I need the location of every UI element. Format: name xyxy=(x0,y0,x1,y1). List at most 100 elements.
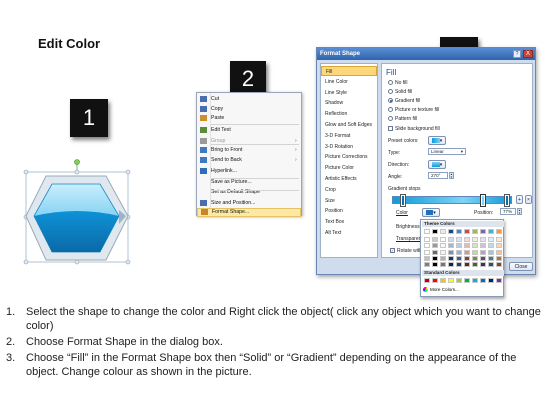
theme-color-swatch[interactable] xyxy=(464,229,470,234)
theme-color-swatch[interactable] xyxy=(424,249,430,255)
angle-input[interactable]: 270° xyxy=(428,172,448,179)
theme-color-swatch[interactable] xyxy=(488,237,494,243)
theme-color-swatch[interactable] xyxy=(480,255,486,261)
gradient-stop-handle[interactable] xyxy=(480,194,486,207)
nav-item-line-color[interactable]: Line Color xyxy=(321,77,377,87)
theme-color-swatch[interactable] xyxy=(440,237,446,243)
more-colors-item[interactable]: More Colors... xyxy=(423,286,503,294)
theme-color-swatch[interactable] xyxy=(488,229,494,234)
theme-color-swatch[interactable] xyxy=(480,237,486,243)
theme-color-swatch[interactable] xyxy=(496,243,502,249)
theme-color-swatch[interactable] xyxy=(464,243,470,249)
nav-item-3-d-rotation[interactable]: 3-D Rotation xyxy=(321,142,377,152)
theme-color-swatch[interactable] xyxy=(448,237,454,243)
fill-option-solid-fill[interactable]: Solid fill xyxy=(388,89,412,95)
menu-item-paste[interactable]: Paste xyxy=(197,114,301,123)
angle-spinner[interactable]: ▴ ▾ xyxy=(449,172,454,179)
theme-color-swatch[interactable] xyxy=(480,229,486,234)
standard-color-swatch[interactable] xyxy=(488,278,494,283)
menu-item-bring-to-front[interactable]: Bring to Front › xyxy=(197,146,301,155)
nav-item-fill[interactable]: Fill xyxy=(321,66,377,77)
fill-option-picture-or-texture-fill[interactable]: Picture or texture fill xyxy=(388,107,439,113)
theme-color-swatch[interactable] xyxy=(464,262,470,267)
theme-color-swatch[interactable] xyxy=(488,262,494,267)
theme-color-swatch[interactable] xyxy=(480,262,486,267)
type-select[interactable]: Linear ▾ xyxy=(428,148,466,155)
theme-color-swatch[interactable] xyxy=(480,243,486,249)
position-input[interactable]: 77% xyxy=(500,208,516,215)
theme-color-swatch[interactable] xyxy=(440,229,446,234)
standard-color-swatch[interactable] xyxy=(432,278,438,283)
theme-color-swatch[interactable] xyxy=(464,255,470,261)
gradient-stop-handle[interactable] xyxy=(504,194,510,207)
menu-item-cut[interactable]: Cut xyxy=(197,95,301,104)
theme-color-swatch[interactable] xyxy=(456,262,462,267)
theme-color-swatch[interactable] xyxy=(472,249,478,255)
nav-item-picture-corrections[interactable]: Picture Corrections xyxy=(321,152,377,162)
theme-color-swatch[interactable] xyxy=(496,249,502,255)
theme-color-swatch[interactable] xyxy=(424,243,430,249)
theme-color-swatch[interactable] xyxy=(472,237,478,243)
close-window-button[interactable]: X xyxy=(523,50,533,58)
theme-color-swatch[interactable] xyxy=(432,249,438,255)
theme-color-swatch[interactable] xyxy=(440,255,446,261)
theme-color-swatch[interactable] xyxy=(480,249,486,255)
theme-color-swatch[interactable] xyxy=(488,249,494,255)
theme-color-swatch[interactable] xyxy=(448,229,454,234)
fill-option-no-fill[interactable]: No fill xyxy=(388,80,408,86)
standard-color-swatch[interactable] xyxy=(440,278,446,283)
position-spinner[interactable]: ▴ ▾ xyxy=(517,208,522,215)
theme-color-swatch[interactable] xyxy=(432,255,438,261)
theme-color-swatch[interactable] xyxy=(472,229,478,234)
standard-color-swatch[interactable] xyxy=(472,278,478,283)
theme-color-swatch[interactable] xyxy=(424,229,430,234)
theme-color-swatch[interactable] xyxy=(496,237,502,243)
standard-color-swatch[interactable] xyxy=(424,278,430,283)
theme-color-swatch[interactable] xyxy=(488,243,494,249)
theme-color-swatch[interactable] xyxy=(448,243,454,249)
menu-item-format-shape[interactable]: Format Shape... xyxy=(197,208,301,217)
gradient-stop-handle[interactable] xyxy=(400,194,406,207)
standard-color-swatch[interactable] xyxy=(496,278,502,283)
nav-item-3-d-format[interactable]: 3-D Format xyxy=(321,131,377,141)
theme-color-swatch[interactable] xyxy=(456,255,462,261)
theme-color-swatch[interactable] xyxy=(424,237,430,243)
menu-item-size-and-position[interactable]: Size and Position... xyxy=(197,199,301,208)
nav-item-text-box[interactable]: Text Box xyxy=(321,217,377,227)
menu-item-hyperlink[interactable]: Hyperlink... xyxy=(197,167,301,176)
menu-item-copy[interactable]: Copy xyxy=(197,105,301,114)
theme-color-swatch[interactable] xyxy=(464,249,470,255)
theme-color-swatch[interactable] xyxy=(488,255,494,261)
theme-color-swatch[interactable] xyxy=(440,262,446,267)
nav-item-crop[interactable]: Crop xyxy=(321,185,377,195)
menu-item-send-to-back[interactable]: Send to Back › xyxy=(197,156,301,165)
theme-color-swatch[interactable] xyxy=(424,262,430,267)
slide-bg-fill-checkbox[interactable]: Slide background fill xyxy=(388,126,440,132)
standard-color-swatch[interactable] xyxy=(448,278,454,283)
theme-color-swatch[interactable] xyxy=(440,243,446,249)
theme-color-swatch[interactable] xyxy=(496,229,502,234)
theme-color-swatch[interactable] xyxy=(448,255,454,261)
nav-item-line-style[interactable]: Line Style xyxy=(321,88,377,98)
nav-item-shadow[interactable]: Shadow xyxy=(321,98,377,108)
nav-item-artistic-effects[interactable]: Artistic Effects xyxy=(321,174,377,184)
fill-option-pattern-fill[interactable]: Pattern fill xyxy=(388,116,417,122)
preset-colors-button[interactable]: ▾ xyxy=(428,136,446,145)
theme-color-swatch[interactable] xyxy=(472,262,478,267)
color-button[interactable]: ▾ xyxy=(422,208,440,217)
remove-stop-button[interactable]: × xyxy=(525,195,532,204)
theme-color-swatch[interactable] xyxy=(472,243,478,249)
close-button[interactable]: Close xyxy=(509,262,533,271)
selected-shape[interactable] xyxy=(22,158,132,268)
theme-color-swatch[interactable] xyxy=(456,249,462,255)
add-stop-button[interactable]: + xyxy=(516,195,523,204)
theme-color-swatch[interactable] xyxy=(432,229,438,234)
nav-item-size[interactable]: Size xyxy=(321,196,377,206)
theme-color-swatch[interactable] xyxy=(456,237,462,243)
menu-item-edit-text[interactable]: Edit Text xyxy=(197,125,301,134)
theme-color-swatch[interactable] xyxy=(448,249,454,255)
nav-item-picture-color[interactable]: Picture Color xyxy=(321,163,377,173)
theme-color-swatch[interactable] xyxy=(456,229,462,234)
nav-item-glow-and-soft-edges[interactable]: Glow and Soft Edges xyxy=(321,120,377,130)
theme-color-swatch[interactable] xyxy=(456,243,462,249)
